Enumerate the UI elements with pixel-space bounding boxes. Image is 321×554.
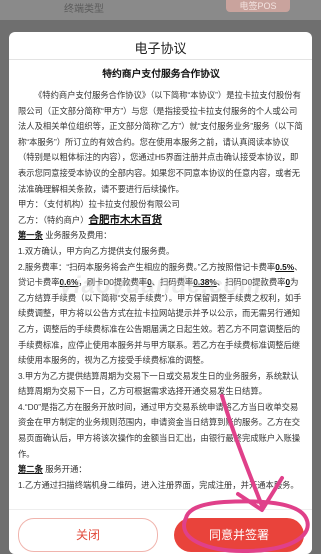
clause-1-item-2: 2.服务费率：“扫码本服务将会产生相应的服务费。”乙方按照借记卡费率0.5%、贷…	[18, 260, 304, 369]
c1-2b: 扫码本服务将会产生相应的服务费。	[69, 261, 198, 272]
party-a-text: 甲方：（支付机构）拉卡拉支付股份有限公司	[18, 199, 180, 210]
dialog-title: 电子协议	[134, 41, 187, 56]
close-button[interactable]: 关闭	[18, 518, 158, 552]
agreement-content[interactable]: 特约商户支付服务合作协议 《特约商户支付服务合作协议》（以下简称“本协议”）是拉…	[18, 68, 304, 508]
clause-1-heading: 第一条	[18, 230, 43, 241]
clause-1-item-4: 4.“D0”是指乙方在服务开放时间，通过甲方交易系统申请将乙方当日收单交易资金在…	[18, 401, 301, 459]
rate-scan: 0.38%	[193, 277, 217, 288]
intro-paragraph: 《特约商户支付服务合作协议》（以下简称“本协议”）是拉卡拉支付股份有限公司（正文…	[18, 90, 303, 194]
rate-credit: 0.6%	[59, 277, 79, 288]
party-a: 甲方：（支付机构）拉卡拉支付股份有限公司	[18, 197, 304, 213]
c1-2e: ，刷卡D0提款费率	[78, 277, 148, 288]
clause-1-title: 业务服务及费用：	[42, 230, 112, 241]
c1-2a: 2.服务费率：“	[18, 261, 70, 272]
clause-2-item-1: 1.乙方通过扫描终端机身二维码，进入注册界面，完成注册，并开通本服务。	[18, 479, 299, 490]
party-b: 乙方：（特约商户）合肥市木木百货	[18, 213, 304, 229]
clause-2-header: 第二条 服务开通：	[18, 462, 304, 478]
c1-2f: 、扫码费率	[151, 277, 194, 288]
clause-1-item-1: 1.双方确认，甲方向乙方提供支付服务费。	[18, 245, 175, 256]
background-form-row: 终端类型 电签POS	[0, 0, 321, 20]
agreement-dialog: 电子协议 特约商户支付服务合作协议 《特约商户支付服务合作协议》（以下简称“本协…	[9, 32, 312, 554]
merchant-name: 合肥市木木百货	[88, 213, 163, 226]
clause-2-heading: 第二条	[18, 464, 43, 475]
title-divider	[9, 59, 312, 60]
c1-2g: 、扫码D0提款费率	[216, 277, 286, 288]
terminal-type-label: 终端类型	[64, 4, 104, 15]
rate-debit: 0.5%	[275, 261, 295, 272]
terminal-type-button: 电签POS	[226, 0, 290, 12]
c1-2c: ”乙方按照借记卡费率	[197, 261, 276, 272]
clause-1-header: 第一条 业务服务及费用：	[18, 228, 304, 244]
dialog-footer: 关闭 同意并签署	[9, 509, 312, 554]
clause-1-item-3: 3.甲方为乙方提供结算周期为交易下一日或交易发生日的业务服务，系统默认结算周期为…	[18, 370, 299, 397]
agree-and-sign-button[interactable]: 同意并签署	[174, 518, 304, 552]
party-b-prefix: 乙方：（特约商户）	[18, 214, 89, 225]
document-title: 特约商户支付服务合作协议	[102, 69, 220, 80]
clause-2-title: 服务开通：	[42, 464, 87, 475]
c1-2h: 为乙方结算手续费（以下简称“交易手续费”）。甲方保留调整手续费之权利，如手续费调…	[18, 277, 302, 366]
